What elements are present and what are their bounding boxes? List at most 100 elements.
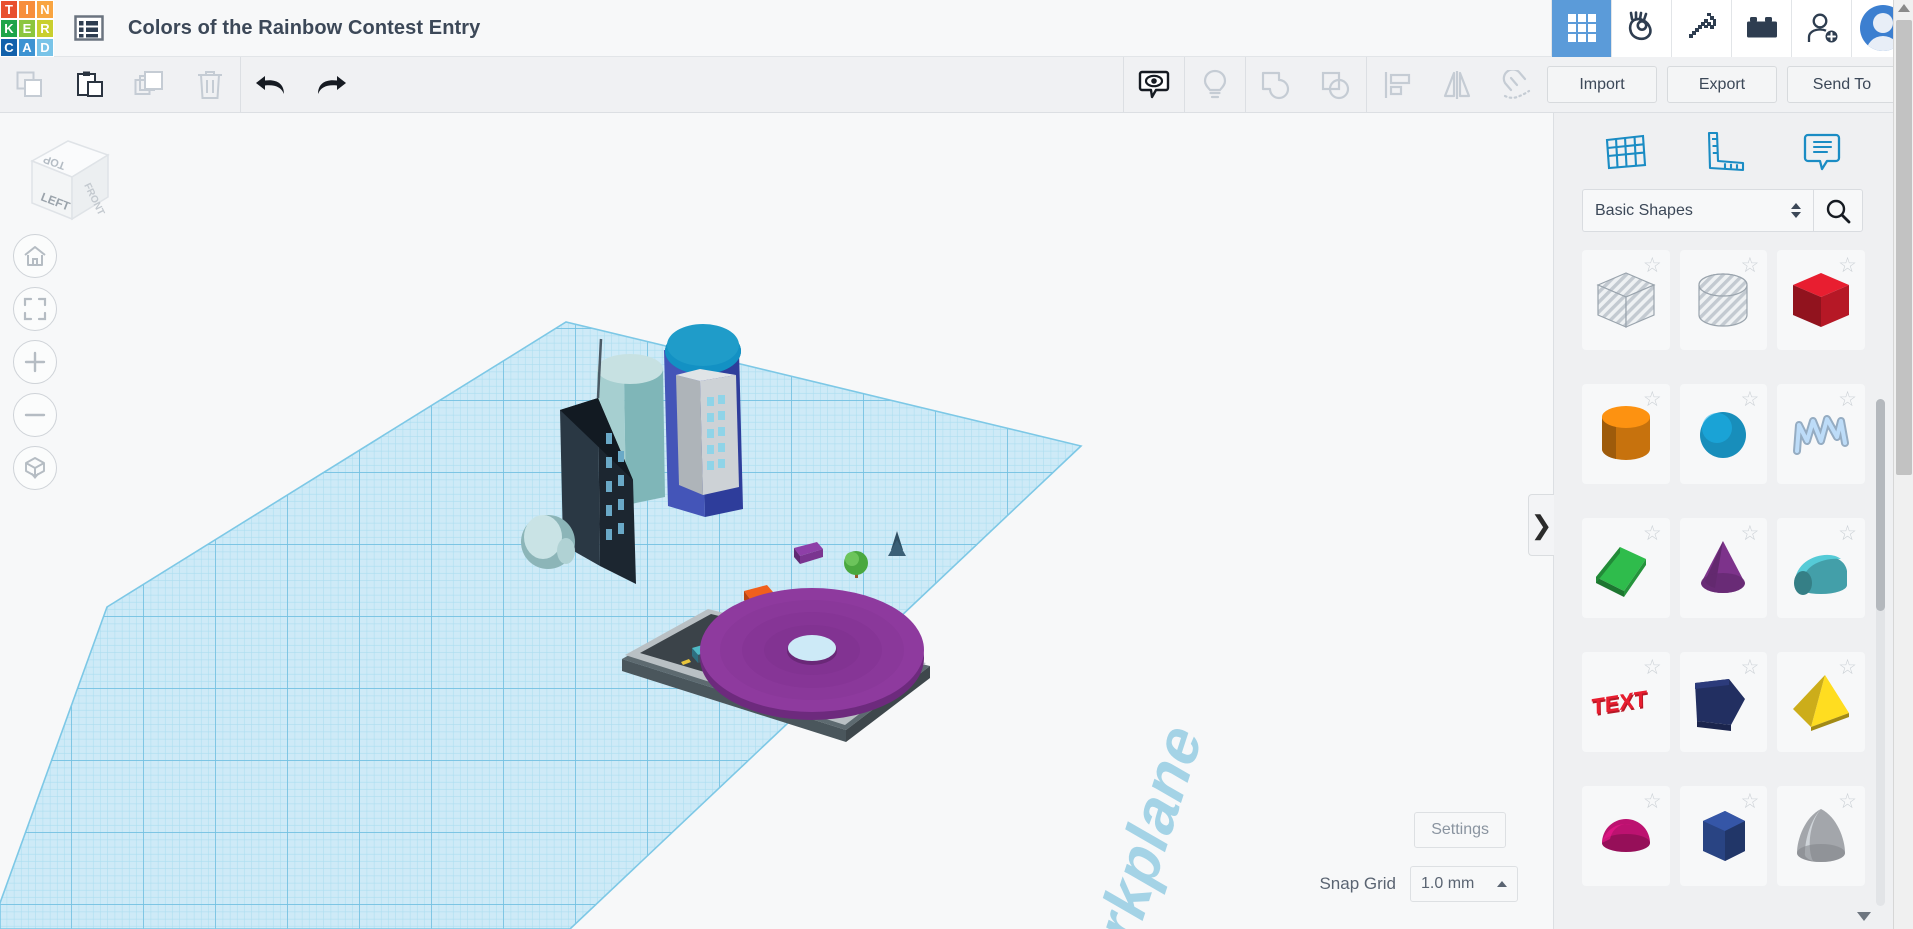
ruler-tool-button[interactable]: [1695, 123, 1751, 179]
logo-tile-n: N: [36, 0, 54, 19]
mirror-button[interactable]: [1427, 57, 1487, 113]
paste-button[interactable]: [60, 57, 120, 113]
shape-cell-sphere[interactable]: ☆: [1680, 384, 1768, 484]
undo-button[interactable]: [241, 57, 301, 113]
shape-cell-paraboloid[interactable]: ☆: [1777, 786, 1865, 886]
group-button[interactable]: [1246, 57, 1306, 113]
shape-cell-roof[interactable]: ☆: [1582, 518, 1670, 618]
favorite-star-icon[interactable]: ☆: [1643, 523, 1662, 544]
ungroup-button[interactable]: [1306, 57, 1366, 113]
settings-button[interactable]: Settings: [1414, 812, 1506, 848]
favorite-star-icon[interactable]: ☆: [1741, 523, 1760, 544]
copy-button[interactable]: [0, 57, 60, 113]
show-hide-eye-icon: [1138, 69, 1170, 101]
workplane-canvas[interactable]: Workplane: [0, 113, 1553, 929]
3d-viewport[interactable]: Workplane: [0, 113, 1553, 929]
favorite-star-icon[interactable]: ☆: [1643, 255, 1662, 276]
note-icon: [1798, 127, 1846, 175]
shape-cell-box-hole[interactable]: ☆: [1582, 250, 1670, 350]
tinkercad-logo[interactable]: TINKERCAD: [0, 0, 54, 57]
shape-cell-half-sphere[interactable]: ☆: [1582, 786, 1670, 886]
purple-torus[interactable]: [700, 588, 924, 720]
workplane-tool-button[interactable]: [1597, 123, 1653, 179]
projection-toggle-button[interactable]: [13, 446, 57, 490]
favorite-star-icon[interactable]: ☆: [1741, 657, 1760, 678]
logo-tile-e: E: [18, 19, 36, 38]
add-person-icon: [1805, 12, 1839, 44]
shape-cell-cylinder[interactable]: ☆: [1582, 384, 1670, 484]
lego-brick-icon-button[interactable]: [1731, 0, 1791, 57]
document-title[interactable]: Colors of the Rainbow Contest Entry: [128, 17, 480, 40]
favorite-star-icon[interactable]: ☆: [1643, 657, 1662, 678]
paste-icon: [75, 70, 105, 100]
shape-cell-hexagon-prism[interactable]: ☆: [1680, 786, 1768, 886]
window-scrollbar[interactable]: [1893, 0, 1913, 929]
copy-icon: [15, 70, 45, 100]
favorite-star-icon[interactable]: ☆: [1838, 389, 1857, 410]
view-cube-icon: TOP LEFT FRONT: [12, 123, 122, 233]
favorite-star-icon[interactable]: ☆: [1643, 791, 1662, 812]
favorite-star-icon[interactable]: ☆: [1838, 255, 1857, 276]
note-tool-button[interactable]: [1794, 123, 1850, 179]
favorite-star-icon[interactable]: ☆: [1741, 255, 1760, 276]
favorite-star-icon[interactable]: ☆: [1741, 791, 1760, 812]
minecraft-pickaxe-icon-button[interactable]: [1671, 0, 1731, 57]
shape-category-select[interactable]: Basic Shapes: [1582, 189, 1813, 232]
minus-icon: [23, 403, 47, 427]
projects-list-button[interactable]: [68, 7, 110, 49]
file-action-buttons: Import Export Send To: [1547, 66, 1897, 103]
scroll-down-caret-icon[interactable]: [1857, 912, 1871, 921]
edit-toolbar: Import Export Send To: [0, 57, 1913, 113]
snap-magnet-button[interactable]: [1487, 57, 1547, 113]
shape-cell-cone[interactable]: ☆: [1680, 518, 1768, 618]
shape-cell-text[interactable]: TEXTTEXT☆: [1582, 652, 1670, 752]
snap-grid-label: Snap Grid: [1319, 874, 1396, 894]
home-view-button[interactable]: [13, 234, 57, 278]
shape-cell-cylinder-hole[interactable]: ☆: [1680, 250, 1768, 350]
undo-arrow-icon: [254, 72, 288, 98]
svg-text:TEXT: TEXT: [1591, 686, 1647, 720]
panel-collapse-button[interactable]: ❯: [1528, 494, 1554, 556]
fit-view-button[interactable]: [13, 287, 57, 331]
delete-button[interactable]: [180, 57, 240, 113]
logo-tile-c: C: [0, 38, 18, 57]
zoom-out-button[interactable]: [13, 393, 57, 437]
add-person-icon-button[interactable]: [1791, 0, 1851, 57]
scroll-up-arrow-icon[interactable]: [1898, 4, 1910, 12]
import-button[interactable]: Import: [1547, 66, 1657, 103]
logo-tile-i: I: [18, 0, 36, 19]
plus-icon: [23, 350, 47, 374]
favorite-star-icon[interactable]: ☆: [1741, 389, 1760, 410]
export-button[interactable]: Export: [1667, 66, 1777, 103]
shape-cell-pyramid[interactable]: ☆: [1777, 652, 1865, 752]
duplicate-button[interactable]: [120, 57, 180, 113]
redo-button[interactable]: [301, 57, 361, 113]
favorite-star-icon[interactable]: ☆: [1643, 389, 1662, 410]
view-cube[interactable]: TOP LEFT FRONT: [12, 123, 122, 233]
home-icon: [23, 244, 47, 268]
snap-grid-select[interactable]: 1.0 mm: [1410, 866, 1518, 902]
align-button[interactable]: [1367, 57, 1427, 113]
shape-cell-scribble[interactable]: ☆: [1777, 384, 1865, 484]
send-to-button[interactable]: Send To: [1787, 66, 1897, 103]
favorite-star-icon[interactable]: ☆: [1838, 791, 1857, 812]
tinker-creature-icon-button[interactable]: [1611, 0, 1671, 57]
logo-tile-d: D: [36, 38, 54, 57]
shape-panel-scrollbar[interactable]: [1876, 399, 1885, 906]
favorite-star-icon[interactable]: ☆: [1838, 657, 1857, 678]
light-button[interactable]: [1185, 57, 1245, 113]
shape-cell-box[interactable]: ☆: [1777, 250, 1865, 350]
shape-search-button[interactable]: [1813, 189, 1863, 232]
scrollbar-thumb[interactable]: [1896, 20, 1912, 475]
shape-cell-polygon-prism[interactable]: ☆: [1680, 652, 1768, 752]
shape-cell-half-cylinder[interactable]: ☆: [1777, 518, 1865, 618]
snap-grid-value: 1.0 mm: [1421, 875, 1474, 893]
favorite-star-icon[interactable]: ☆: [1838, 523, 1857, 544]
zoom-in-button[interactable]: [13, 340, 57, 384]
svg-text:Workplane: Workplane: [1055, 710, 1214, 929]
minecraft-pickaxe-icon: [1685, 11, 1719, 45]
fit-frame-icon: [23, 297, 47, 321]
show-hide-button[interactable]: [1124, 57, 1184, 113]
shape-library-grid[interactable]: ☆☆☆☆☆☆☆☆☆TEXTTEXT☆☆☆☆☆☆: [1554, 250, 1893, 910]
designs-grid-icon-button[interactable]: [1551, 0, 1611, 57]
